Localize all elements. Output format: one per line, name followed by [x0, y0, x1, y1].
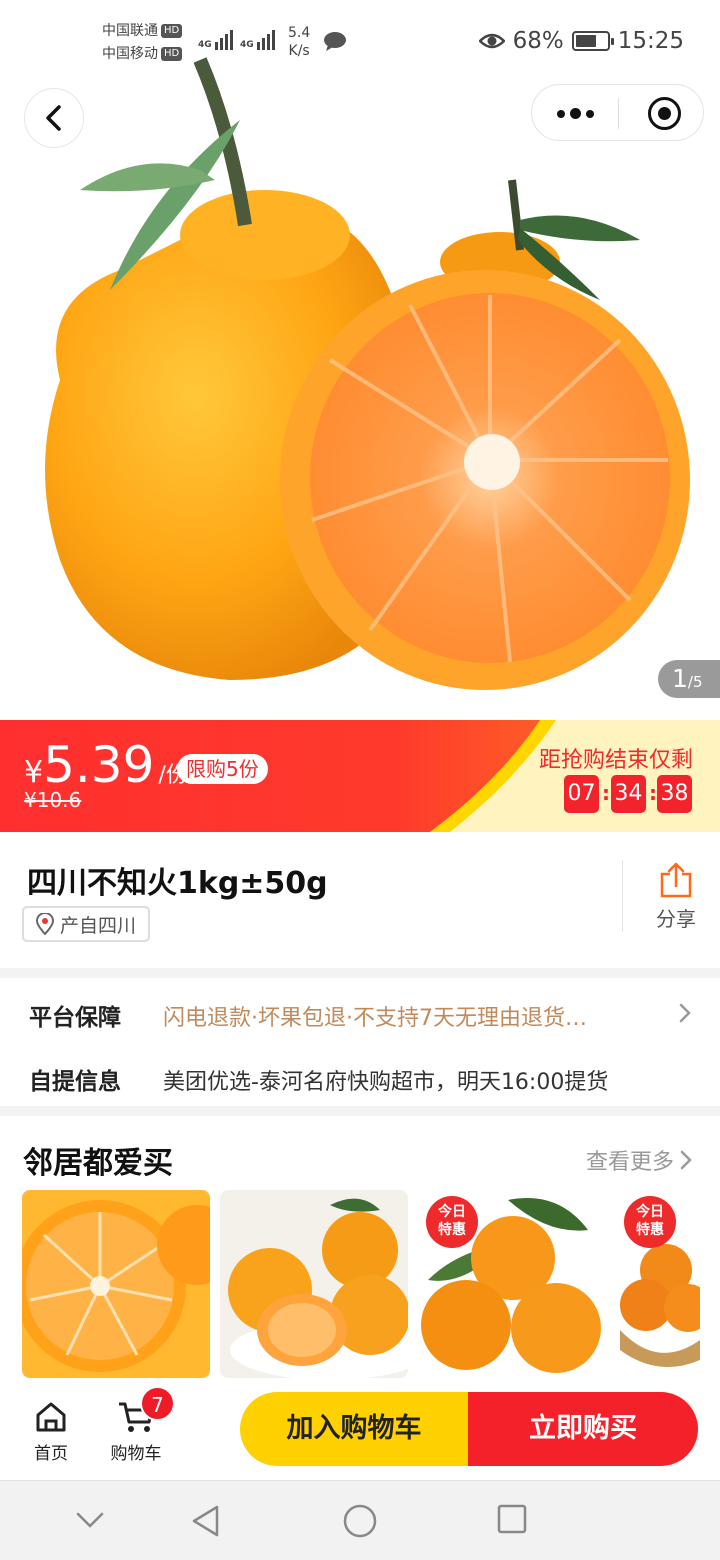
countdown-label: 距抢购结束仅剩: [539, 748, 694, 773]
battery-icon: [571, 31, 614, 51]
add-to-cart-button[interactable]: 加入购物车: [240, 1392, 468, 1466]
pickup-key: 自提信息: [29, 1069, 121, 1095]
product-title-card: 四川不知火1kg±50g 产自四川 分享: [0, 832, 720, 968]
share-divider: [622, 860, 623, 932]
collapse-chevron-icon[interactable]: [74, 1511, 106, 1529]
dekopon-plate-image: [220, 1190, 408, 1378]
network-type: 4G: [240, 40, 254, 50]
close-miniapp-button[interactable]: [648, 97, 681, 130]
tag-line-2: 特惠: [438, 1222, 466, 1238]
origin-tag: 产自四川: [22, 906, 151, 942]
carrier-1: 中国联通: [102, 23, 158, 39]
carrier-info: 中国联通 HD 中国移动 HD: [102, 20, 183, 66]
miniapp-capsule: [531, 84, 704, 141]
speed-value: 5.4: [288, 25, 311, 41]
tag-line-1: 今日: [438, 1204, 466, 1220]
pager-total: /5: [687, 673, 703, 691]
back-triangle-icon[interactable]: [189, 1503, 223, 1539]
clock: 15:25: [617, 28, 684, 54]
back-button[interactable]: [24, 88, 84, 148]
today-deal-tag: 今日 特惠: [624, 1196, 676, 1248]
status-right: 68% 15:25: [478, 28, 684, 54]
pickup-value: 美团优选-泰河名府快购超市，明天16:00提货: [163, 1070, 609, 1095]
eye-icon: [478, 33, 505, 49]
signal-icon: 4G: [198, 28, 233, 50]
countdown-separator: :: [649, 781, 657, 805]
network-type: 4G: [198, 40, 212, 50]
see-more-link[interactable]: 查看更多: [586, 1144, 692, 1176]
origin-text: 产自四川: [60, 914, 137, 937]
chevron-right-icon: [679, 1003, 691, 1023]
recommend-section: 邻居都爱买 查看更多 今日 特惠 今日 特惠: [0, 1116, 720, 1392]
share-button[interactable]: 分享: [648, 862, 704, 932]
see-more-label: 查看更多: [585, 1150, 674, 1175]
countdown-separator: :: [602, 781, 610, 805]
hd-badge: HD: [161, 24, 183, 38]
share-label: 分享: [656, 907, 696, 931]
share-icon: [660, 862, 692, 898]
nav-home-label: 首页: [34, 1444, 68, 1464]
orange-slice-image: [22, 1190, 210, 1378]
countdown-hours: 07: [564, 775, 599, 813]
recommend-item[interactable]: 今日 特惠: [616, 1190, 700, 1378]
status-bar: 中国联通 HD 中国移动 HD 4G 4G 5.4 K/s 68% 15:25: [0, 0, 720, 84]
guarantee-value: 闪电退款·坏果包退·不支持7天无理由退货…: [163, 1006, 587, 1031]
tag-line-2: 特惠: [636, 1222, 664, 1238]
hd-badge: HD: [161, 47, 183, 61]
system-navigation-bar: [0, 1480, 720, 1560]
recommend-item[interactable]: [22, 1190, 210, 1378]
guarantee-row[interactable]: 平台保障 闪电退款·坏果包退·不支持7天无理由退货…: [0, 980, 720, 1044]
guarantee-key: 平台保障: [29, 1005, 121, 1031]
countdown-seconds: 38: [657, 775, 692, 813]
chevron-left-icon: [46, 105, 61, 131]
sale-price: ¥ 5.39 /份: [24, 736, 188, 794]
pickup-row: 自提信息 美团优选-泰河名府快购超市，明天16:00提货: [0, 1044, 720, 1108]
capsule-divider: [618, 98, 619, 129]
message-icon: [324, 32, 346, 51]
recommend-item[interactable]: 今日 特惠: [418, 1190, 606, 1378]
home-circle-icon[interactable]: [342, 1503, 378, 1539]
section-title: 邻居都爱买: [23, 1146, 173, 1181]
carrier-2: 中国移动: [102, 46, 158, 62]
speed-unit: K/s: [288, 43, 310, 59]
chevron-right-icon: [680, 1150, 692, 1170]
recents-square-icon[interactable]: [496, 1503, 528, 1535]
recommend-item[interactable]: [220, 1190, 408, 1378]
network-speed: 5.4 K/s: [288, 24, 310, 60]
price-value: 5.39: [43, 736, 155, 794]
purchase-limit-badge: 限购5份: [177, 754, 268, 784]
image-pager: 1/5: [658, 660, 720, 698]
nav-home[interactable]: 首页: [30, 1400, 72, 1464]
buy-now-button[interactable]: 立即购买: [468, 1392, 698, 1466]
cart-count-badge: 7: [140, 1386, 175, 1421]
battery-fill: [575, 35, 597, 47]
more-menu-button[interactable]: [532, 85, 618, 142]
location-pin-icon: [36, 913, 54, 935]
original-price: ¥10.6: [24, 788, 82, 812]
product-title: 四川不知火1kg±50g: [27, 866, 328, 901]
battery-percent: 68%: [512, 28, 564, 54]
home-icon: [36, 1402, 66, 1432]
service-info-card: 平台保障 闪电退款·坏果包退·不支持7天无理由退货… 自提信息 美团优选-泰河名…: [0, 978, 720, 1106]
tag-line-1: 今日: [636, 1204, 664, 1220]
today-deal-tag: 今日 特惠: [426, 1196, 478, 1248]
signal-icon: 4G: [240, 28, 275, 50]
pager-current: 1: [672, 664, 688, 693]
countdown-minutes: 34: [611, 775, 646, 813]
nav-cart-label: 购物车: [110, 1444, 162, 1464]
currency-symbol: ¥: [24, 755, 44, 790]
